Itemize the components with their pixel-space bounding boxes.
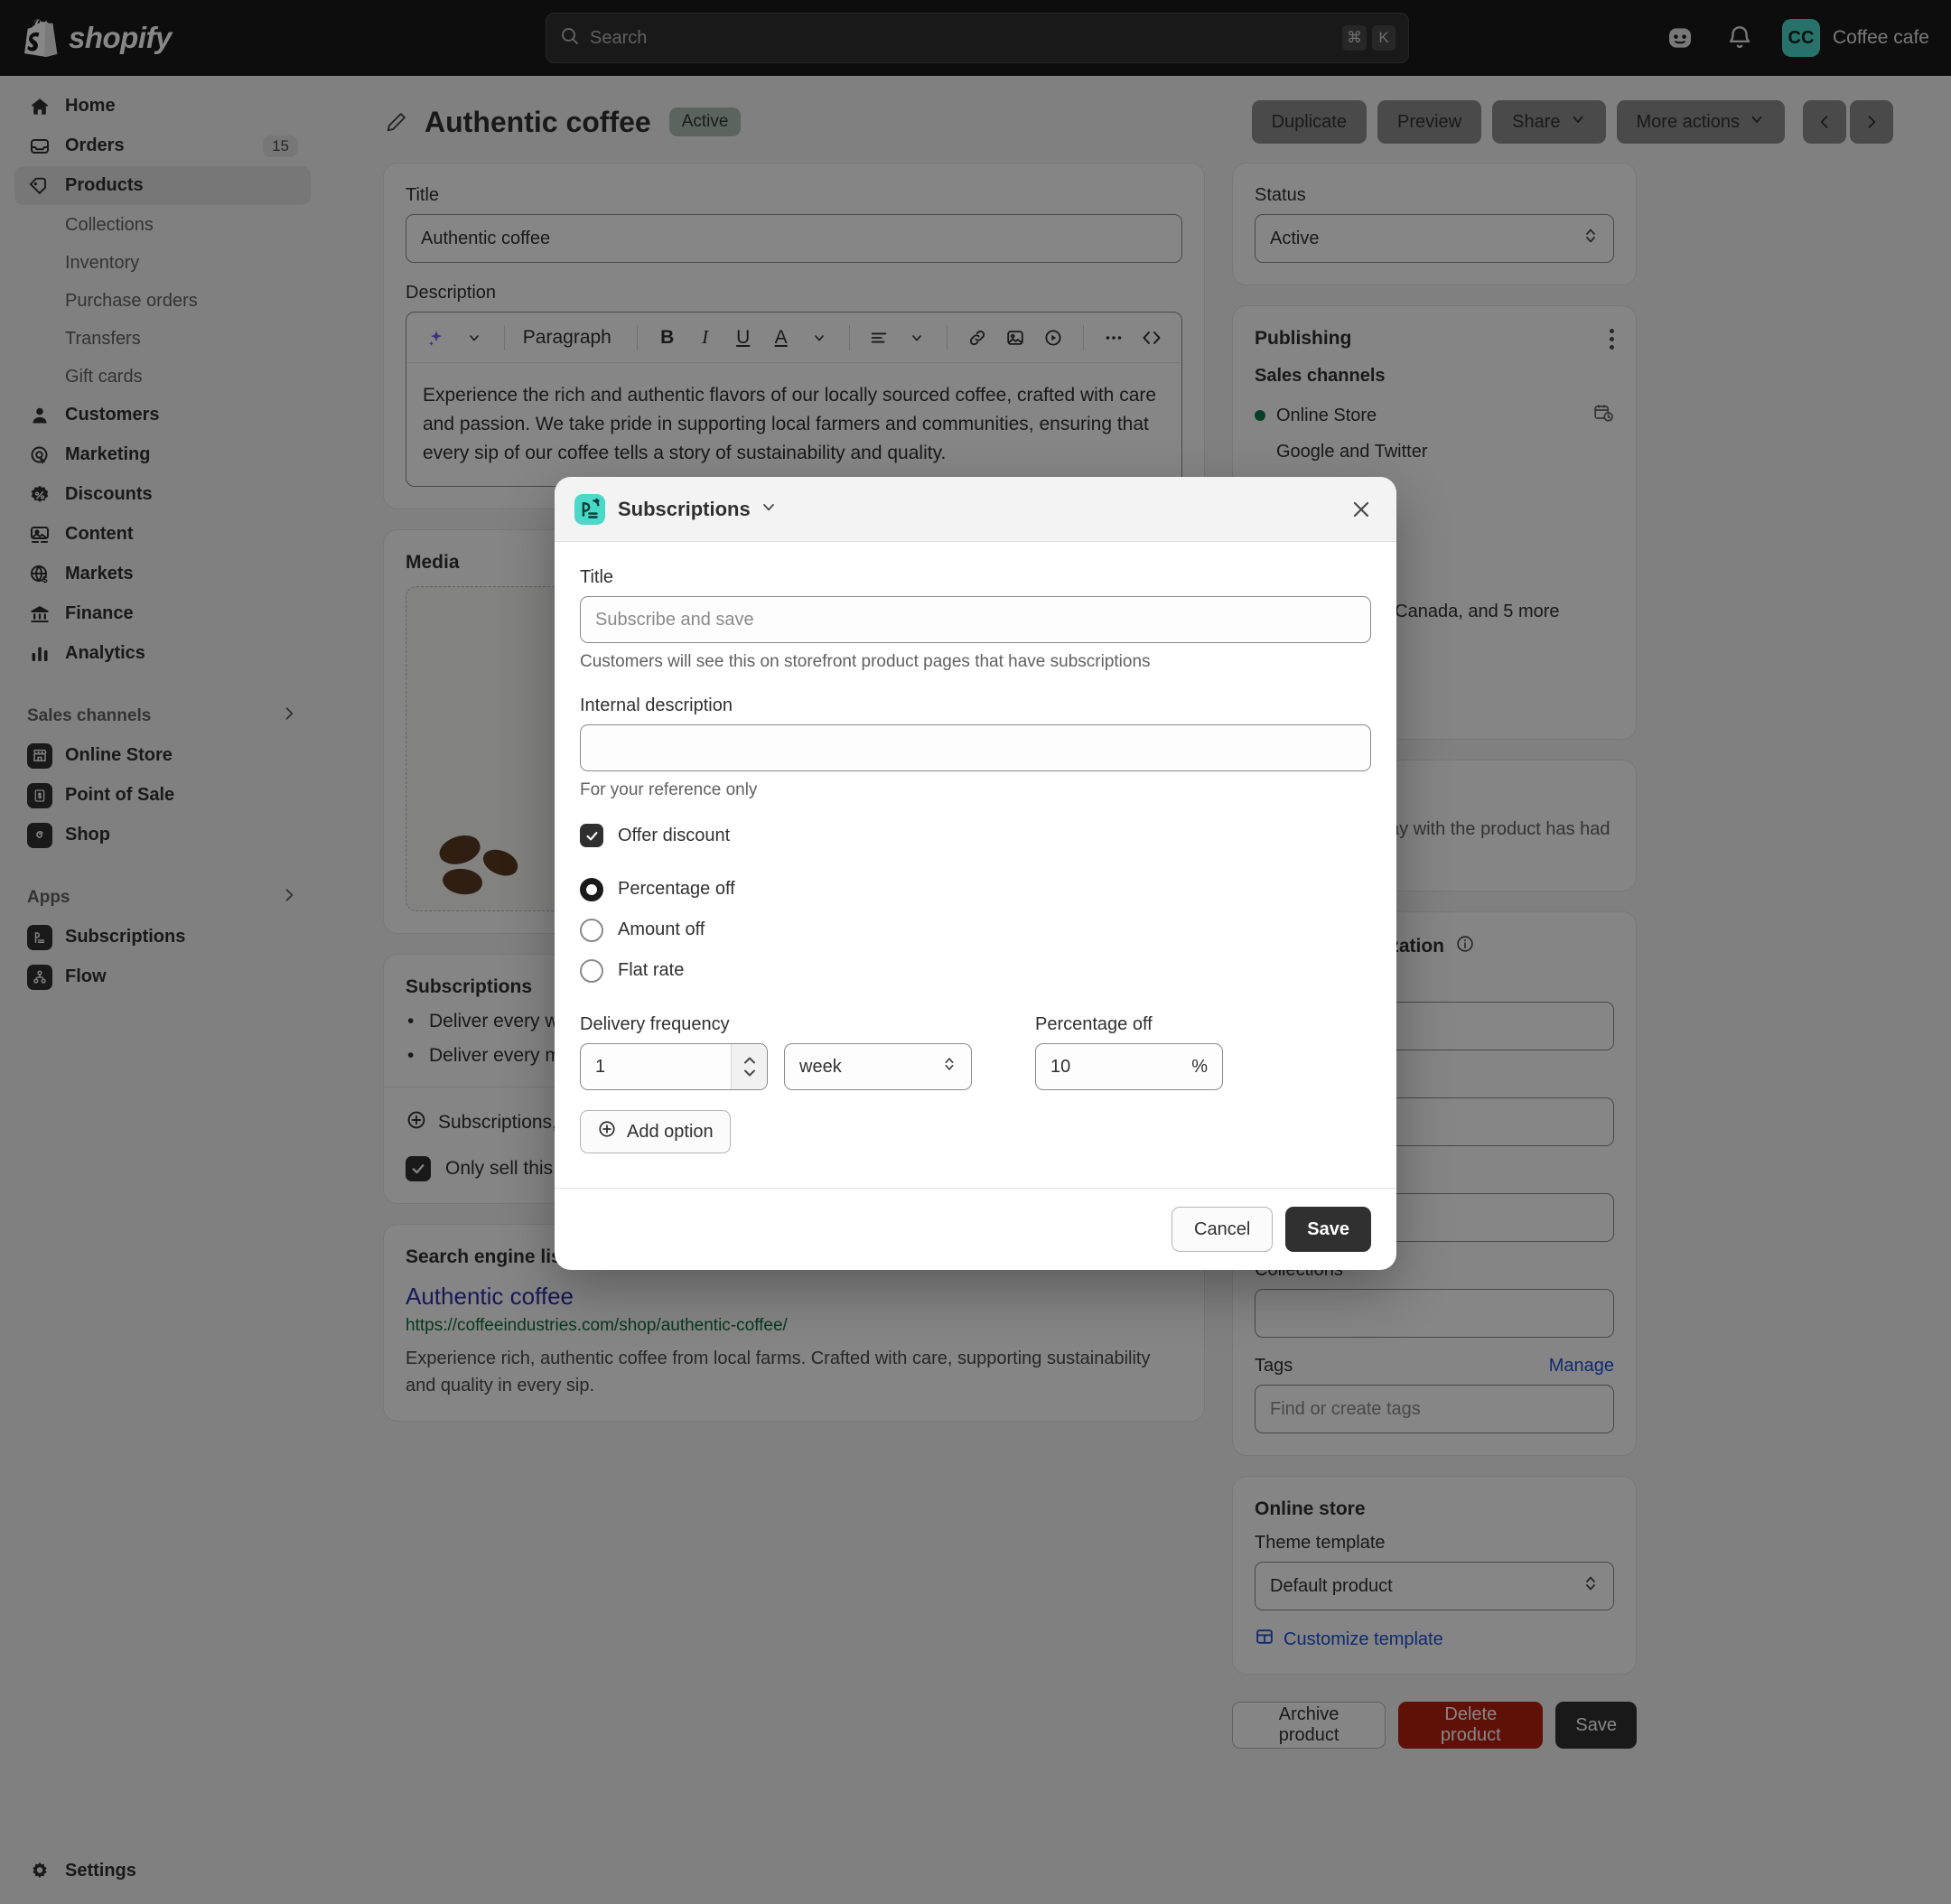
add-option-button[interactable]: Add option — [580, 1110, 731, 1153]
percentage-off-value: 10 — [1050, 1056, 1071, 1077]
radio-unselected-icon — [580, 958, 603, 983]
cancel-button[interactable]: Cancel — [1172, 1207, 1274, 1252]
modal-title-help-text: Customers will see this on storefront pr… — [580, 652, 1151, 671]
delivery-frequency-field: Delivery frequency 1 — [580, 1014, 768, 1090]
percentage-off-field: Percentage off 10 % — [1035, 1014, 1223, 1090]
internal-description-input[interactable] — [580, 724, 1371, 771]
modal-body: Title Subscribe and save Customers will … — [555, 542, 1396, 1164]
percentage-off-input[interactable]: 10 % — [1035, 1043, 1223, 1090]
delivery-unit-value: week — [799, 1056, 842, 1077]
radio-unselected-icon — [580, 918, 603, 942]
offer-discount-checkbox-row[interactable]: Offer discount — [580, 824, 1371, 847]
radio-row-flat-rate[interactable]: Flat rate — [580, 950, 1371, 991]
radio-label: Amount off — [618, 919, 705, 939]
modal-title-input[interactable]: Subscribe and save — [580, 596, 1371, 643]
offer-discount-label: Offer discount — [618, 825, 731, 845]
percent-suffix: % — [1191, 1056, 1208, 1077]
modal-title: Subscriptions — [618, 497, 751, 520]
plus-circle-icon — [597, 1119, 617, 1144]
modal-title-field-label: Title — [580, 567, 614, 587]
radio-label: Flat rate — [618, 960, 685, 980]
subscriptions-modal: Subscriptions Title Subscribe and save C… — [555, 477, 1396, 1270]
add-option-label: Add option — [627, 1121, 714, 1142]
delivery-frequency-value: 1 — [595, 1056, 606, 1077]
subscriptions-app-icon — [574, 493, 605, 525]
delivery-frequency-label: Delivery frequency — [580, 1014, 730, 1034]
radio-row-percentage-off[interactable]: Percentage off — [580, 869, 1371, 910]
radio-label: Percentage off — [618, 879, 735, 899]
delivery-unit-select[interactable]: week — [784, 1043, 972, 1090]
select-chevrons-icon — [942, 1055, 957, 1078]
internal-description-help-text: For your reference only — [580, 780, 758, 799]
chevron-down-icon[interactable] — [760, 498, 778, 520]
modal-header: Subscriptions — [555, 477, 1396, 542]
percentage-off-label: Percentage off — [1035, 1014, 1153, 1034]
delivery-frequency-stepper[interactable]: 1 — [580, 1043, 768, 1090]
delivery-unit-field: week — [784, 1014, 972, 1090]
internal-description-label: Internal description — [580, 695, 733, 715]
close-icon[interactable] — [1346, 494, 1377, 525]
radio-row-amount-off[interactable]: Amount off — [580, 910, 1371, 950]
stepper-arrows-icon[interactable] — [731, 1044, 767, 1089]
delivery-and-discount-row: Delivery frequency 1 week Percentage off… — [580, 1014, 1371, 1090]
modal-footer: Cancel Save — [555, 1188, 1396, 1270]
save-button[interactable]: Save — [1285, 1207, 1371, 1252]
checkbox-checked-icon — [580, 824, 603, 847]
radio-selected-icon — [580, 877, 603, 901]
